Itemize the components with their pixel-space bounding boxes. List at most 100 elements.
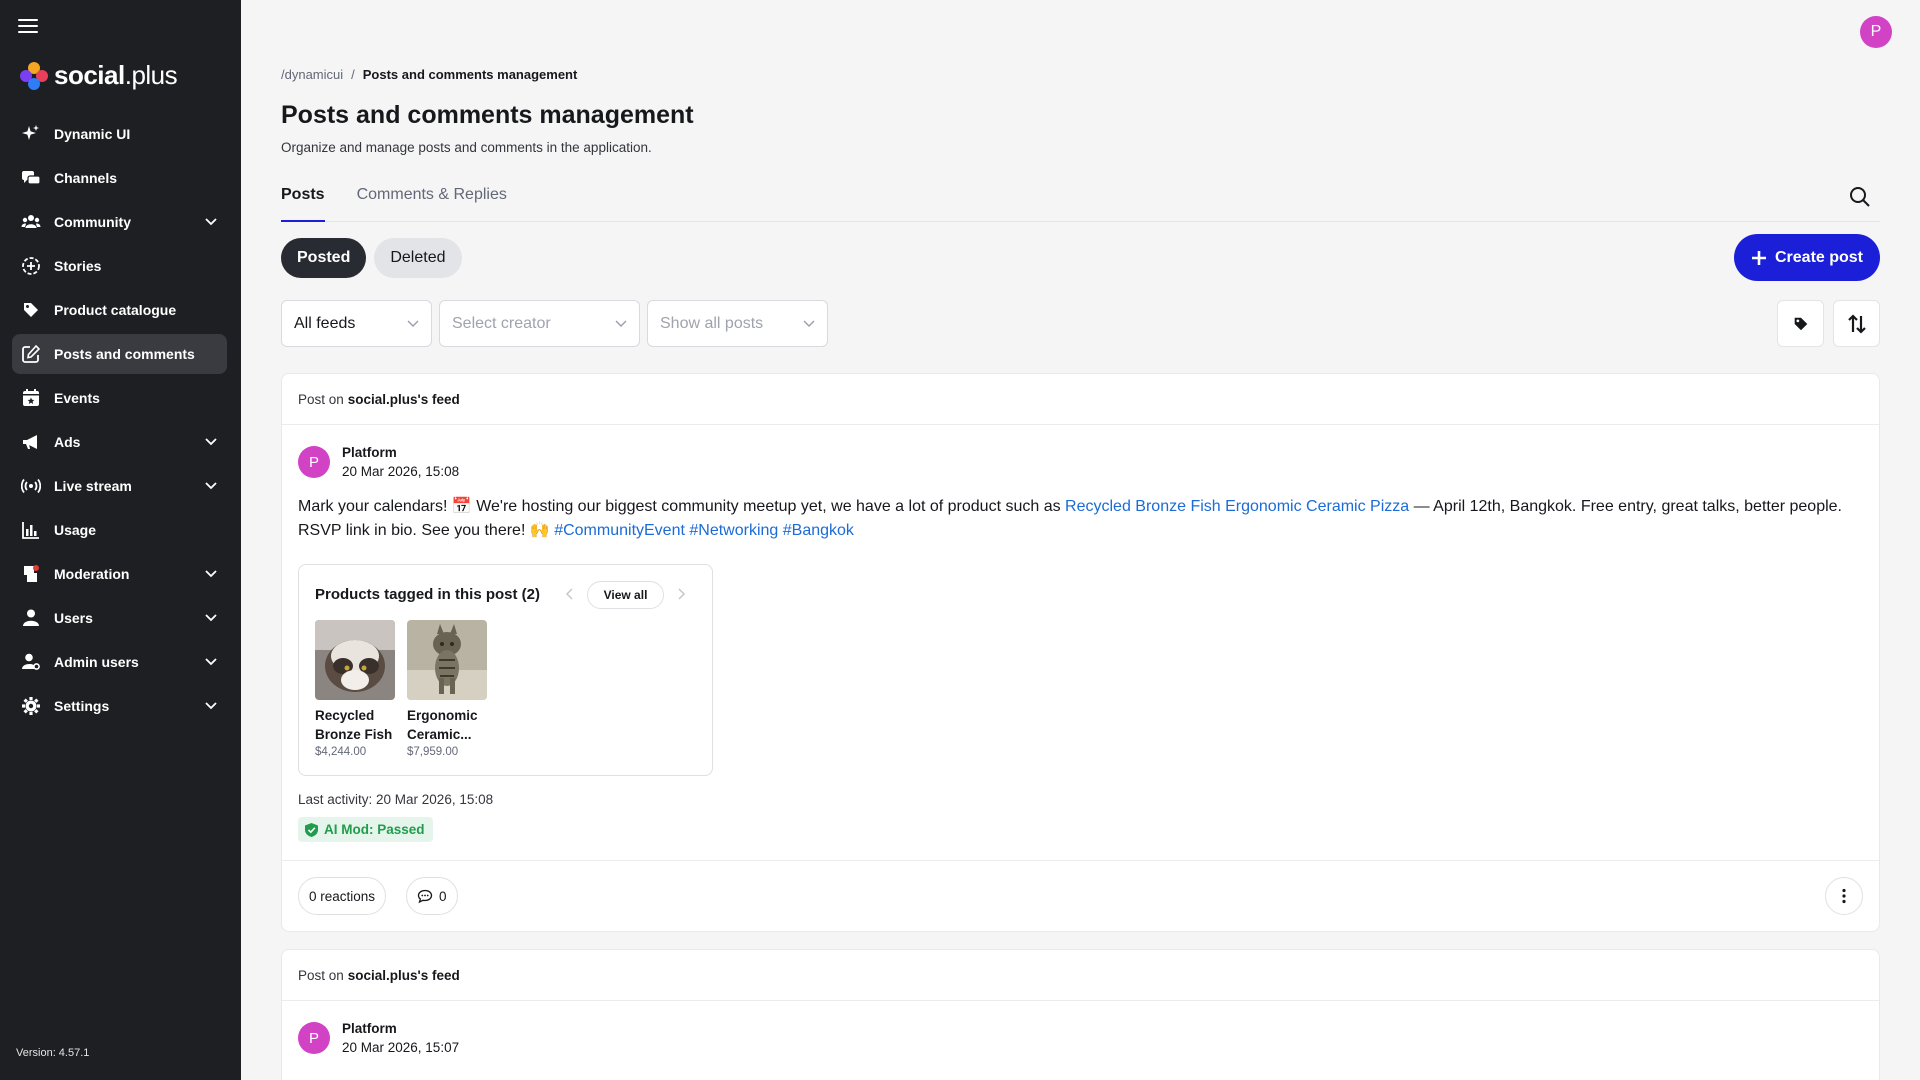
- broadcast-icon: [20, 475, 42, 497]
- people-icon: [20, 211, 42, 233]
- products-title: Products tagged in this post (2): [315, 586, 541, 603]
- logo-text: social.plus: [54, 60, 178, 90]
- sidebar-item-admin-users[interactable]: Admin users: [12, 642, 227, 682]
- more-vertical-icon: [1842, 888, 1846, 904]
- sidebar-item-channels[interactable]: Channels: [12, 158, 227, 198]
- sort-button[interactable]: [1833, 300, 1880, 347]
- author-name[interactable]: Platform: [342, 1021, 459, 1036]
- post-timestamp: 20 Mar 2026, 15:07: [342, 1040, 460, 1055]
- edit-icon: [20, 343, 42, 365]
- status-toggle: Posted Deleted: [281, 238, 462, 278]
- post-feed-header: Post on social.plus's feed: [282, 374, 1879, 425]
- breadcrumb-separator: /: [351, 67, 355, 82]
- chevron-right-icon[interactable]: [675, 587, 687, 601]
- tagged-products-panel: Products tagged in this post (2) View al…: [298, 564, 713, 776]
- sidebar-item-events[interactable]: Events: [12, 378, 227, 418]
- post-card: Post on social.plus's feed P Platform 20…: [281, 949, 1880, 1080]
- feed-select[interactable]: All feeds: [281, 300, 432, 347]
- megaphone-icon: [20, 431, 42, 453]
- breadcrumb-root[interactable]: /dynamicui: [281, 67, 343, 82]
- view-all-button[interactable]: View all: [587, 581, 664, 609]
- stories-icon: [20, 255, 42, 277]
- search-icon[interactable]: [1849, 186, 1873, 210]
- avatar[interactable]: P: [298, 1022, 330, 1054]
- creator-select[interactable]: Select creator: [439, 300, 640, 347]
- chat-bubbles-icon: [20, 167, 42, 189]
- post-author: P Platform 20 Mar 2026, 15:07: [298, 1021, 459, 1055]
- posts-select[interactable]: Show all posts: [647, 300, 828, 347]
- chevron-down-icon[interactable]: [205, 612, 217, 624]
- page-title: Posts and comments management: [281, 101, 694, 129]
- product-price: $4,244.00: [315, 746, 367, 758]
- chevron-left-icon[interactable]: [564, 587, 576, 601]
- sidebar-item-usage[interactable]: Usage: [12, 510, 227, 550]
- app-logo: social.plus: [20, 60, 178, 91]
- chevron-down-icon[interactable]: [205, 436, 217, 448]
- reactions-button[interactable]: 0 reactions: [298, 877, 387, 915]
- product-mention-link[interactable]: Recycled Bronze Fish Ergonomic Ceramic P…: [1065, 498, 1409, 515]
- tag-filter-button[interactable]: [1777, 300, 1824, 347]
- feed-name[interactable]: social.plus's feed: [348, 968, 460, 983]
- post-author: P Platform 20 Mar 2026, 15:08: [298, 445, 459, 479]
- feed-name[interactable]: social.plus's feed: [348, 392, 460, 407]
- moderation-icon: [20, 563, 42, 585]
- chevron-down-icon: [407, 320, 419, 327]
- tab-comments-replies[interactable]: Comments & Replies: [357, 186, 507, 222]
- sidebar-item-users[interactable]: Users: [12, 598, 227, 638]
- deleted-filter-button[interactable]: Deleted: [374, 238, 462, 278]
- tab-posts[interactable]: Posts: [281, 186, 325, 222]
- sidebar: social.plus Dynamic UI Channels Communit…: [0, 0, 241, 1080]
- create-post-button[interactable]: Create post: [1734, 234, 1880, 281]
- sidebar-item-settings[interactable]: Settings: [12, 686, 227, 726]
- chevron-down-icon[interactable]: [205, 700, 217, 712]
- plus-icon: [1751, 250, 1766, 265]
- comment-icon: [417, 889, 433, 903]
- ai-moderation-badge: AI Mod: Passed: [298, 817, 433, 842]
- post-timestamp: 20 Mar 2026, 15:08: [342, 464, 460, 479]
- more-options-button[interactable]: [1825, 877, 1863, 915]
- shield-check-icon: [305, 822, 318, 837]
- chevron-down-icon[interactable]: [205, 568, 217, 580]
- sidebar-item-community[interactable]: Community: [12, 202, 227, 242]
- sidebar-item-moderation[interactable]: Moderation: [12, 554, 227, 594]
- bar-chart-icon: [20, 519, 42, 541]
- chevron-down-icon: [803, 320, 815, 327]
- comments-button[interactable]: 0: [406, 877, 458, 915]
- page-subtitle: Organize and manage posts and comments i…: [281, 140, 652, 155]
- post-card: Post on social.plus's feed P Platform 20…: [281, 373, 1880, 932]
- tag-icon: [20, 299, 42, 321]
- user-icon: [20, 607, 42, 629]
- sidebar-item-product-catalogue[interactable]: Product catalogue: [12, 290, 227, 330]
- sidebar-item-ads[interactable]: Ads: [12, 422, 227, 462]
- product-name: Recycled Bronze Fish: [315, 708, 393, 742]
- chevron-down-icon[interactable]: [205, 480, 217, 492]
- sparkles-icon: [20, 123, 42, 145]
- app-version: Version: 4.57.1: [16, 1047, 90, 1059]
- sidebar-item-posts-and-comments[interactable]: Posts and comments: [12, 334, 227, 374]
- post-body: Mark your calendars! 📅 We're hosting our…: [298, 498, 1842, 539]
- sidebar-nav: Dynamic UI Channels Community Stories Pr…: [12, 114, 227, 730]
- sort-arrows-icon: [1847, 313, 1866, 334]
- sidebar-item-live-stream[interactable]: Live stream: [12, 466, 227, 506]
- chevron-down-icon[interactable]: [205, 656, 217, 668]
- tab-bar: Posts Comments & Replies: [281, 186, 1880, 222]
- last-activity: Last activity: 20 Mar 2026, 15:08: [298, 792, 494, 807]
- tag-icon: [1794, 317, 1807, 330]
- sidebar-item-dynamic-ui[interactable]: Dynamic UI: [12, 114, 227, 154]
- gear-icon: [20, 695, 42, 717]
- breadcrumb-current: Posts and comments management: [362, 67, 578, 82]
- menu-icon[interactable]: [18, 17, 38, 35]
- logo-mark-icon: [20, 61, 48, 90]
- user-avatar[interactable]: P: [1860, 16, 1892, 48]
- product-image: [315, 620, 395, 700]
- chevron-down-icon[interactable]: [205, 216, 217, 228]
- sidebar-item-stories[interactable]: Stories: [12, 246, 227, 286]
- avatar[interactable]: P: [298, 446, 330, 478]
- product-price: $7,959.00: [407, 746, 459, 758]
- product-card[interactable]: Ergonomic Ceramic... $7,959.00: [407, 620, 487, 758]
- hashtags-link[interactable]: #CommunityEvent #Networking #Bangkok: [554, 522, 854, 539]
- post-feed-header: Post on social.plus's feed: [282, 950, 1879, 1001]
- product-card[interactable]: Recycled Bronze Fish $4,244.00: [315, 620, 395, 758]
- author-name[interactable]: Platform: [342, 445, 459, 460]
- posted-filter-button[interactable]: Posted: [281, 238, 367, 278]
